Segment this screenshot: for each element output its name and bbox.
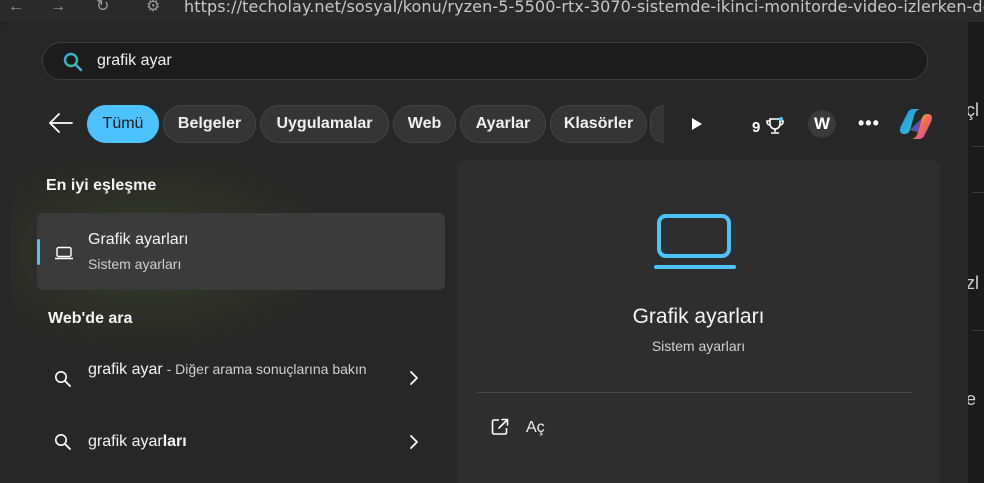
filter-tab-more[interactable] xyxy=(650,105,664,143)
divider xyxy=(972,146,984,147)
browser-toolbar: ← → ↻ ⚙ https://techolay.net/sosyal/konu… xyxy=(0,0,984,22)
suggestion-query-completion: ları xyxy=(162,433,187,450)
best-match-subtitle: Sistem ayarları xyxy=(88,256,182,272)
suggestion-query: grafik ayar xyxy=(88,433,163,450)
site-info-icon[interactable]: ⚙ xyxy=(146,0,160,18)
reload-icon[interactable]: ↻ xyxy=(96,0,109,18)
address-bar-url[interactable]: https://techolay.net/sosyal/konu/ryzen-5… xyxy=(184,0,984,16)
filter-tab-settings[interactable]: Ayarlar xyxy=(460,105,546,143)
web-search-suggestion[interactable]: grafik ayarları xyxy=(37,422,445,462)
back-arrow-icon[interactable] xyxy=(48,112,74,139)
avatar[interactable]: W xyxy=(808,110,836,138)
best-match-heading: En iyi eşleşme xyxy=(46,177,157,194)
rewards-points[interactable]: 9 xyxy=(752,116,785,136)
laptop-icon xyxy=(654,213,736,276)
more-icon[interactable]: ••• xyxy=(858,113,880,134)
copilot-icon[interactable] xyxy=(896,104,936,149)
forward-nav-icon[interactable]: → xyxy=(50,0,66,18)
best-match-title: Grafik ayarları xyxy=(88,231,189,248)
filter-tab-documents[interactable]: Belgeler xyxy=(163,105,256,143)
filter-tab-folders[interactable]: Klasörler xyxy=(550,105,647,143)
open-external-icon[interactable] xyxy=(491,418,509,441)
suggestion-query: grafik ayar xyxy=(88,361,163,378)
search-input[interactable]: grafik ayar xyxy=(42,42,928,80)
divider xyxy=(477,392,912,393)
best-match-item[interactable]: Grafik ayarları Sistem ayarları xyxy=(37,213,445,290)
chevron-right-icon xyxy=(409,435,419,454)
preview-subtitle: Sistem ayarları xyxy=(651,338,746,354)
web-search-suggestion[interactable]: grafik ayar - Diğer arama sonuçlarına ba… xyxy=(37,355,445,407)
points-count: 9 xyxy=(752,119,761,136)
trophy-icon xyxy=(765,117,784,134)
divider xyxy=(972,192,984,193)
laptop-icon xyxy=(54,246,74,265)
preview-title: Grafik ayarları xyxy=(632,305,765,328)
windows-search-panel: grafik ayar Tümü Belgeler Uygulamalar We… xyxy=(0,22,968,483)
divider xyxy=(972,330,984,331)
filter-tab-web[interactable]: Web xyxy=(393,105,456,143)
search-icon xyxy=(63,52,83,77)
chevron-right-icon xyxy=(409,371,419,390)
suggestion-hint: - Diğer arama sonuçlarına bakın xyxy=(162,361,367,377)
search-icon xyxy=(54,370,72,393)
play-icon[interactable] xyxy=(690,117,704,136)
open-action[interactable]: Aç xyxy=(526,419,545,437)
back-nav-icon[interactable]: ← xyxy=(8,0,24,18)
search-icon xyxy=(54,433,72,456)
selection-indicator xyxy=(37,239,40,265)
web-search-heading: Web'de ara xyxy=(48,310,133,327)
background-page xyxy=(968,22,984,483)
preview-pane: Grafik ayarları Sistem ayarları Aç xyxy=(457,160,940,483)
filter-tab-all[interactable]: Tümü xyxy=(87,105,159,143)
search-query-text[interactable]: grafik ayar xyxy=(97,52,172,70)
filter-tab-apps[interactable]: Uygulamalar xyxy=(260,105,389,143)
